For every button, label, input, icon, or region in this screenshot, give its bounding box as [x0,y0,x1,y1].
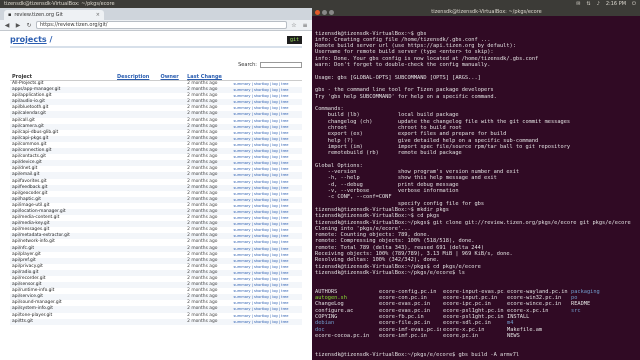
ls-entry: ecore.pc.in [443,332,479,339]
system-tray: ✉ ⇅ ♪ 2:16 PM ⏻ [576,1,636,7]
page-title: projects / [10,35,52,44]
active-window-title: tizensdk@tizensdk-VirtualBox: ~/pkgs/eco… [4,1,115,7]
ls-entry: ecore-imf.pc.in [379,332,427,339]
volume-icon[interactable]: ♪ [597,1,600,7]
address-bar-row: ◀ ▶ ↻ https://review.tizen.org/git/ ☆ ≡ [0,20,312,31]
search-label: Search: [238,62,257,68]
ubuntu-top-panel: tizensdk@tizensdk-VirtualBox: ~/pkgs/eco… [0,0,640,8]
ls-entry: ecore-cocoa.pc.in [315,332,370,339]
ls-entry [571,333,611,339]
close-icon[interactable] [315,9,320,15]
network-icon[interactable]: ⇅ [586,1,590,7]
terminal-line: tizensdk@tizensdk-VirtualBox:~/pkgs$ git… [315,219,631,226]
reload-icon[interactable]: ↻ [25,22,33,29]
terminal-window: tizensdk@tizensdk-VirtualBox: ~/pkgs/eco… [312,8,640,360]
menu-icon[interactable]: ≡ [301,22,309,29]
forward-icon[interactable]: ▶ [14,22,22,29]
gitweb-page: projects / git Search: Project Descripti… [0,31,312,325]
heading-separator: / [49,35,53,44]
tab-title: review.tizen.org Git [14,12,63,18]
tab-favicon-icon: ▪ [8,12,12,18]
terminal-title: tizensdk@tizensdk-VirtualBox: ~/pkgs/eco… [431,9,542,15]
minimize-icon[interactable] [322,9,327,15]
projects-table-body: All-Projects.git 2 months ago summary | sh… [10,81,302,325]
ls-output: AUTHORS ecore-config.pc.in ecore-input-eva… [315,289,637,339]
terminal-lines: tizensdk@tizensdk-VirtualBox:~$ gbs info:… [315,31,637,277]
terminal-prompt-line: tizensdk@tizensdk-VirtualBox:~/pkgs/e/ec… [315,351,520,358]
star-icon[interactable]: ☆ [290,22,298,29]
browser-tab[interactable]: ▪ review.tizen.org Git × [4,10,104,20]
table-row: api/tts.git 2 months ago summary | shortlo… [10,318,302,325]
projects-table: Project Description Owner Last Change Al… [10,74,302,325]
terminal-line: tizensdk@tizensdk-VirtualBox:~/pkgs/e/ec… [315,269,465,276]
tab-strip: ▪ review.tizen.org Git × [0,8,312,20]
url-field[interactable]: https://review.tizen.org/git/ [36,21,287,29]
row-links[interactable]: summary | shortlog | log | tree [231,318,302,325]
close-icon[interactable]: × [96,12,100,18]
terminal-titlebar: tizensdk@tizensdk-VirtualBox: ~/pkgs/eco… [312,8,640,16]
git-logo[interactable]: git [286,35,302,44]
power-icon[interactable]: ⏻ [632,1,636,7]
search-input[interactable] [260,62,302,68]
row-links[interactable]: summary | shortlog | log | tree [232,81,302,88]
maximize-icon[interactable] [329,9,334,15]
page-header: projects / git [10,35,302,48]
terminal-output[interactable]: tizensdk@tizensdk-VirtualBox:~$ gbs info:… [312,16,640,360]
browser-window: ▪ review.tizen.org Git × ◀ ▶ ↻ https://r… [0,8,312,360]
mail-icon[interactable]: ✉ [576,1,580,7]
clock[interactable]: 2:16 PM [606,1,626,7]
projects-link[interactable]: projects [10,35,47,44]
back-icon[interactable]: ◀ [3,22,11,29]
project-name[interactable]: api/tts.git [10,318,115,325]
last-change: 2 months ago [185,318,232,325]
ls-entry: NEWS [507,332,520,339]
search-row: Search: [10,62,302,68]
